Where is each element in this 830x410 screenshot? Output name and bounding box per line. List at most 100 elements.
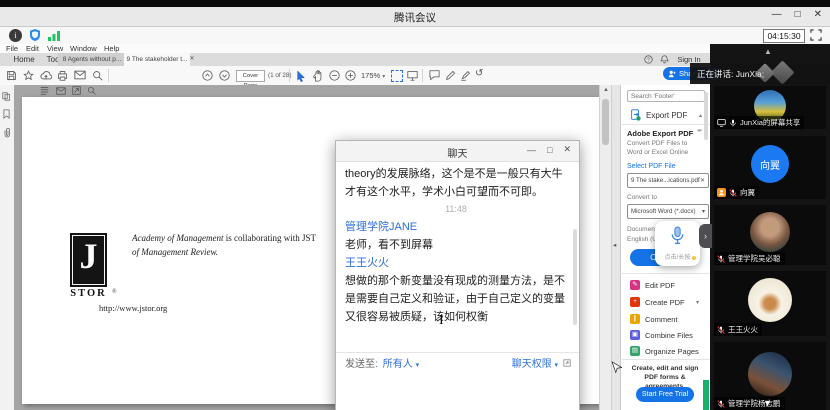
menu-edit[interactable]: Edit <box>26 44 39 53</box>
remove-file-icon[interactable]: ✕ <box>700 177 705 184</box>
participant-tile[interactable]: 向翼 向翼 <box>714 136 826 199</box>
jstor-url[interactable]: http://www.jstor.org <box>99 303 167 313</box>
acrobat-tabrow: Home Tools 8 Agents without p... 9 The s… <box>0 53 710 67</box>
sidebar-scroll-down-icon[interactable]: ▼ <box>763 398 772 408</box>
chat-input-area[interactable] <box>336 372 579 410</box>
select-pdf-file-label: Select PDF File <box>627 163 676 170</box>
scroll-up-icon[interactable]: ▲ <box>603 87 609 93</box>
previous-page-icon[interactable] <box>202 70 213 81</box>
registered-mark: ® <box>112 289 117 295</box>
zoom-out-icon[interactable] <box>329 70 340 81</box>
attachments-icon[interactable] <box>2 127 11 138</box>
pencil-icon[interactable] <box>445 70 456 81</box>
chat-maximize-icon[interactable]: □ <box>547 145 552 155</box>
tools-search-input[interactable] <box>627 90 705 102</box>
participant-tile[interactable]: 管理学院吴必聪 <box>714 205 826 265</box>
comment-icon: ❙ <box>630 314 640 324</box>
meeting-titlebar: 腾讯会议 — □ ✕ <box>0 7 830 27</box>
convert-description: Convert PDF Files to Word or Excel Onlin… <box>627 140 699 157</box>
sidebar-collapse-up-icon[interactable]: ▲ <box>764 47 772 56</box>
create-pdf-icon: + <box>630 297 640 307</box>
start-free-trial-button[interactable]: Start Free Trial <box>636 387 694 402</box>
zoom-level-dropdown[interactable]: 175% ▾ <box>361 71 385 80</box>
quick-list-icon[interactable] <box>40 86 49 95</box>
network-signal-icon[interactable] <box>48 30 60 41</box>
panel-scrollbar[interactable] <box>704 92 708 140</box>
jstor-logo-word: STOR <box>64 288 113 299</box>
menu-view[interactable]: View <box>47 44 63 53</box>
participant-label: 向翼 <box>714 186 759 199</box>
email-icon[interactable] <box>74 70 86 80</box>
minimize-icon[interactable]: — <box>772 9 782 20</box>
participant-tile[interactable]: 王王火火 <box>714 271 826 336</box>
bell-icon[interactable] <box>660 55 669 64</box>
panel-collapse-icon[interactable]: ◂ <box>613 241 616 249</box>
tab-document-1[interactable]: 8 Agents without p... <box>58 53 127 66</box>
bookmarks-icon[interactable] <box>2 109 11 119</box>
send-to-dropdown[interactable]: 所有人 ▾ <box>383 355 419 370</box>
send-to-label: 发送至: <box>345 355 378 370</box>
page-number-input[interactable]: Cover Page <box>236 70 265 82</box>
close-icon[interactable]: ✕ <box>814 9 822 20</box>
tab-home[interactable]: Home <box>8 53 40 66</box>
host-badge-icon <box>717 188 726 197</box>
sidebar-collapse-handle[interactable]: › <box>699 224 712 248</box>
print-icon[interactable] <box>57 70 68 81</box>
organize-pages-icon: ▤ <box>630 346 640 356</box>
export-collapse-icon[interactable]: ▴ <box>699 112 702 119</box>
format-dropdown[interactable]: Microsoft Word (*.docx) ▾ <box>627 204 709 219</box>
chat-scrollbar[interactable] <box>573 229 577 325</box>
send-to-caret-icon: ▾ <box>416 362 420 369</box>
next-page-icon[interactable] <box>219 70 230 81</box>
selected-file-box[interactable]: 9 The stake...ications.pdf ✕ <box>627 173 709 188</box>
person-plus-icon <box>668 70 676 78</box>
tool-edit-pdf[interactable]: ✎ Edit PDF <box>630 279 675 291</box>
tool-create-pdf[interactable]: + Create PDF ▾ <box>630 296 685 308</box>
tab-document-2-active[interactable]: 9 The stakeholder t... <box>124 53 190 66</box>
selected-file-name: 9 The stake...ications.pdf <box>631 177 700 184</box>
hand-tool-icon[interactable] <box>312 70 323 82</box>
help-icon[interactable]: ? <box>644 55 653 64</box>
star-icon[interactable] <box>23 70 34 81</box>
participant-tile[interactable]: JunXia的屏幕共享 <box>714 86 826 129</box>
menu-file[interactable]: File <box>6 44 18 53</box>
comment-bubble-icon[interactable] <box>429 70 440 80</box>
meeting-info-icon[interactable]: i <box>9 29 22 42</box>
chat-sendbar: 发送至: 所有人 ▾ 聊天权限 ▾ <box>336 352 579 373</box>
rotate-tool-icon[interactable]: ↺ <box>475 68 483 79</box>
tool-organize-pages[interactable]: ▤ Organize Pages <box>630 345 699 357</box>
tab-close-icon[interactable]: ✕ <box>188 53 196 66</box>
zoom-in-icon[interactable] <box>345 70 356 81</box>
search-icon[interactable] <box>92 70 103 81</box>
screen: 腾讯会议 — □ ✕ i 04:15:30 File Edit View Win… <box>0 0 830 410</box>
quick-mail-icon[interactable] <box>56 87 66 95</box>
chat-permission-dropdown[interactable]: 聊天权限 ▾ <box>512 355 558 370</box>
text-cursor: I <box>439 313 444 329</box>
page-thumbnails-icon[interactable] <box>2 92 11 101</box>
save-icon[interactable] <box>6 70 17 81</box>
tool-comment[interactable]: ❙ Comment <box>630 313 678 325</box>
fullscreen-icon[interactable] <box>810 29 822 41</box>
chat-minimize-icon[interactable]: — <box>527 145 536 155</box>
cloud-upload-icon[interactable] <box>40 70 52 81</box>
participant-label: 管理学院吴必聪 <box>714 252 785 265</box>
select-cursor-icon[interactable] <box>296 70 306 82</box>
snapshot-tool-icon[interactable] <box>391 70 403 82</box>
mic-widget[interactable]: 点击/长按 <box>655 221 700 266</box>
chat-popout-icon[interactable] <box>563 359 571 367</box>
svg-text:?: ? <box>647 57 650 63</box>
highlighter-icon[interactable] <box>460 70 471 81</box>
chat-close-icon[interactable]: ✕ <box>563 144 571 155</box>
tool-combine-files[interactable]: ▣ Combine Files <box>630 329 693 341</box>
convert-to-label: Convert to <box>627 194 657 201</box>
export-pdf-row[interactable]: Export PDF ▴ <box>620 106 710 125</box>
menu-window[interactable]: Window <box>70 44 97 53</box>
presentation-icon[interactable] <box>407 70 418 81</box>
maximize-icon[interactable]: □ <box>795 9 801 20</box>
chat-titlebar[interactable]: 聊天 — □ ✕ <box>336 141 579 162</box>
quick-search-icon[interactable] <box>87 86 96 95</box>
menu-help[interactable]: Help <box>104 44 119 53</box>
security-shield-icon[interactable] <box>29 28 41 42</box>
scrollbar-thumb[interactable] <box>602 99 609 145</box>
quick-export-icon[interactable] <box>72 86 81 95</box>
